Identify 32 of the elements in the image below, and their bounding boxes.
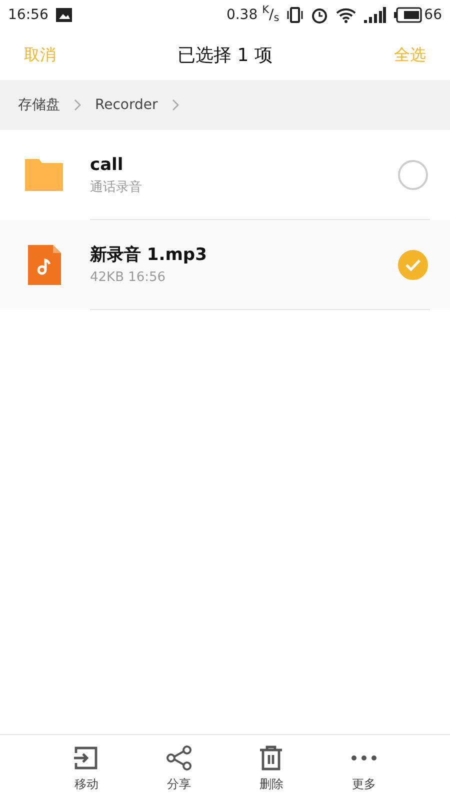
delete-button[interactable]: 删除 [236,742,306,792]
chevron-icon [172,99,179,111]
file-name: call [90,154,124,176]
share-button[interactable]: 分享 [144,742,214,792]
battery-icon [394,7,422,23]
more-button[interactable]: 更多 [328,742,399,792]
move-button[interactable]: 移动 [51,742,122,792]
check-icon [405,259,421,271]
alarm-icon [311,6,328,24]
selection-checkbox[interactable] [398,250,428,280]
wifi-icon [336,7,356,23]
file-details: 42KB 16:56 [90,269,167,287]
clock-time: 16:56 [8,6,48,24]
signal-icon [364,7,386,23]
breadcrumb-link[interactable]: 存储盘 [18,94,60,116]
selection-checkbox[interactable] [398,160,428,190]
file-name: 新录音 1.mp3 [90,244,208,266]
chevron-icon [74,99,81,111]
folder-icon [25,159,63,191]
file-details: 通话录音 [90,179,143,197]
network-speed: 0.38 $^{K}$/$_{s}$ [226,4,280,26]
battery-level: 66 [424,6,442,24]
move-icon [73,746,100,770]
image-icon [56,8,72,22]
audio-file-icon [28,245,60,285]
page-title: 已选择 1 项 [178,44,272,68]
more-icon [350,754,377,760]
file-row[interactable]: 新录音 1.mp3 42KB 16:56 [0,220,450,310]
vibrate-icon [287,7,304,23]
share-icon [166,744,192,770]
breadcrumb-link[interactable]: Recorder [95,94,158,116]
trash-icon [259,744,284,770]
